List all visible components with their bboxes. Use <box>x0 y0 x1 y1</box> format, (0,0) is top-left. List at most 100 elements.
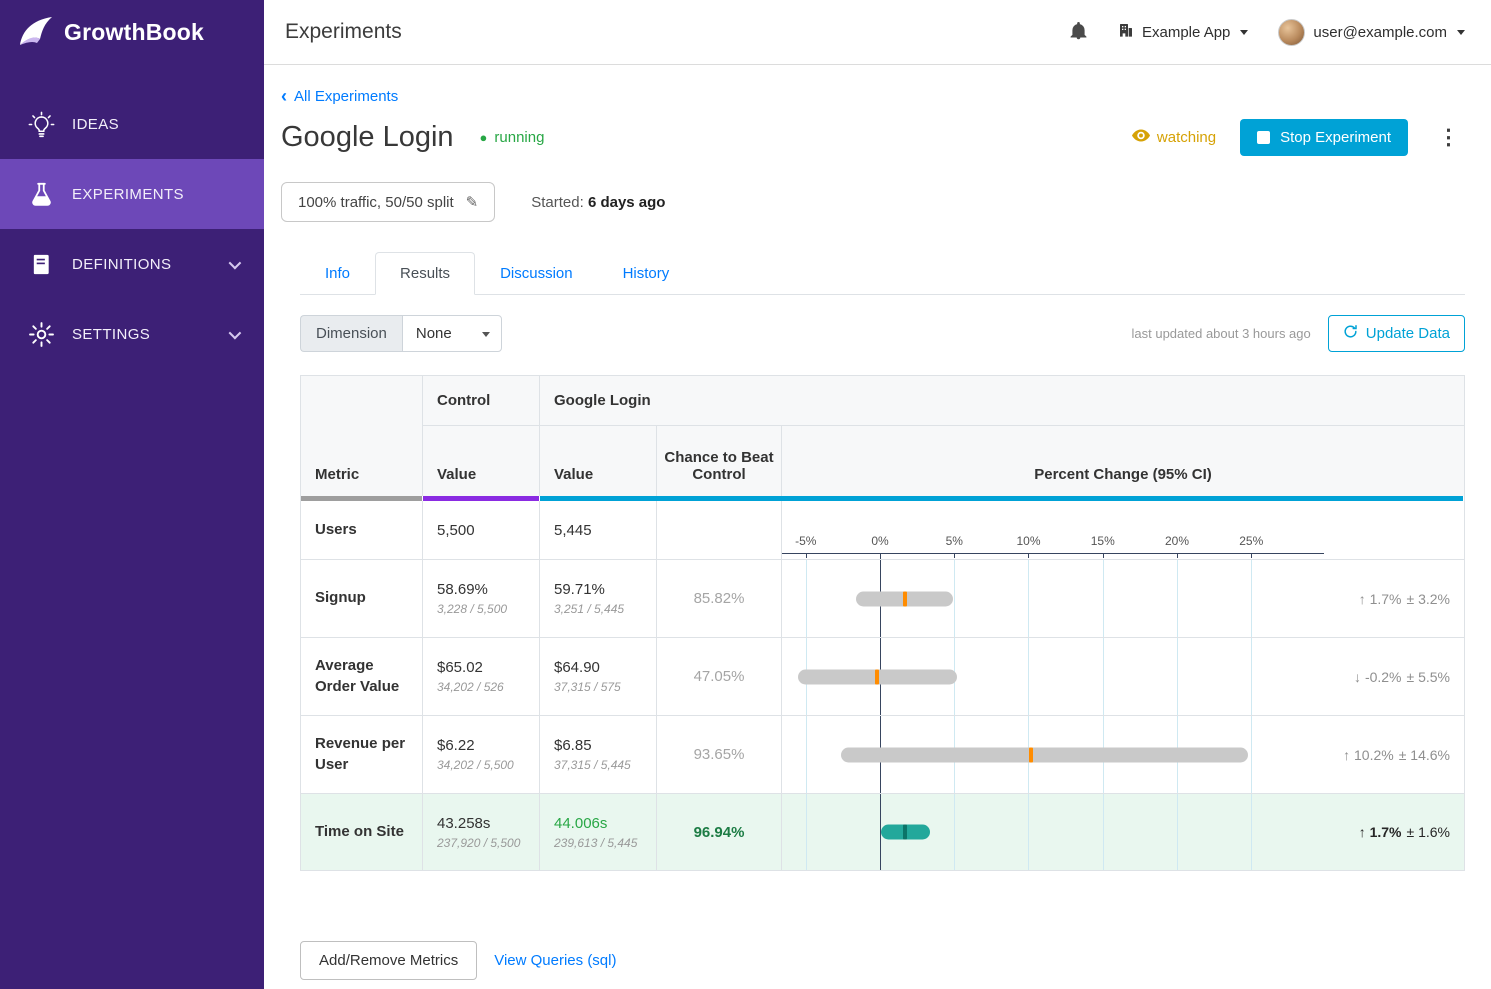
percent-change-header: Percent Change (95% CI) <box>782 426 1464 496</box>
gridline <box>1251 560 1253 637</box>
gridline <box>1028 560 1030 637</box>
control-value-header: Value <box>423 426 540 496</box>
dimension-group: Dimension None <box>300 315 502 352</box>
tab-discussion[interactable]: Discussion <box>475 252 598 295</box>
expected-value-marker <box>903 824 908 840</box>
view-queries-link[interactable]: View Queries (sql) <box>494 952 616 969</box>
status-label: running <box>494 129 545 146</box>
gridline <box>805 794 807 870</box>
metric-name: Time on Site <box>301 794 423 870</box>
dimension-label: Dimension <box>300 315 402 352</box>
kebab-menu-icon[interactable]: ⋮ <box>1432 125 1465 150</box>
main-area: Experiments Example App user@example.com… <box>264 0 1491 989</box>
percent-change-value: ↓ -0.2% ± 5.5% <box>1354 668 1450 685</box>
caret-down-icon <box>481 332 490 337</box>
eye-icon <box>1131 129 1150 146</box>
book-icon <box>26 249 56 279</box>
gridline <box>1251 716 1253 793</box>
add-remove-metrics-button[interactable]: Add/Remove Metrics <box>300 941 478 980</box>
zero-line <box>880 553 881 559</box>
flask-icon <box>26 179 56 209</box>
sidebar-item-definitions[interactable]: DEFINITIONS <box>0 229 264 299</box>
watching-toggle[interactable]: watching <box>1131 129 1216 146</box>
axis-tick-mark <box>1028 553 1030 558</box>
chevron-left-icon: ‹ <box>281 86 287 106</box>
bell-icon[interactable] <box>1069 21 1088 44</box>
percent-change-cell: ↑ 1.7% ± 3.2% <box>782 560 1464 638</box>
percent-change-value: ↑ 10.2% ± 14.6% <box>1343 746 1450 763</box>
variation-value-cell: 59.71% 3,251 / 5,445 <box>540 560 657 638</box>
tab-history[interactable]: History <box>598 252 695 295</box>
gridline <box>1176 638 1178 715</box>
tabs: Info Results Discussion History <box>300 252 1465 295</box>
axis-baseline <box>782 553 1324 554</box>
results-toolbar: Dimension None last updated about 3 hour… <box>300 315 1465 352</box>
user-menu[interactable]: user@example.com <box>1278 18 1465 46</box>
ci-plot <box>782 560 1324 637</box>
title-row: Google Login ● running watching Stop Exp… <box>281 119 1465 156</box>
gridline <box>954 560 956 637</box>
control-value-cell: $6.22 34,202 / 5,500 <box>423 716 540 794</box>
ci-plot <box>782 638 1324 715</box>
gridline <box>1028 794 1030 870</box>
metric-name: Users <box>301 501 423 560</box>
chance-cell: 47.05% <box>657 638 782 716</box>
stop-button-label: Stop Experiment <box>1280 129 1391 146</box>
refresh-icon <box>1343 324 1358 343</box>
sidebar-item-ideas[interactable]: IDEAS <box>0 89 264 159</box>
chance-cell: 93.65% <box>657 716 782 794</box>
axis-tick-mark <box>954 553 956 558</box>
building-icon <box>1118 22 1134 42</box>
sidebar-nav: IDEAS EXPERIMENTS DEFINITIONS SETTINGS <box>0 89 264 369</box>
avatar <box>1278 18 1306 46</box>
gear-icon <box>26 319 56 349</box>
stop-experiment-button[interactable]: Stop Experiment <box>1240 119 1408 156</box>
user-email: user@example.com <box>1313 23 1447 41</box>
org-dropdown[interactable]: Example App <box>1118 22 1249 42</box>
percent-change-cell: ↑ 1.7% ± 1.6% <box>782 794 1464 870</box>
gridline <box>1251 794 1253 870</box>
logo-text: GrowthBook <box>64 19 204 45</box>
percent-change-value: ↑ 1.7% ± 1.6% <box>1358 824 1450 840</box>
traffic-split-button[interactable]: 100% traffic, 50/50 split ✎ <box>281 182 496 222</box>
update-data-label: Update Data <box>1365 325 1450 342</box>
gridline <box>1176 560 1178 637</box>
chevron-down-icon <box>228 326 242 339</box>
control-value-cell: 58.69% 3,228 / 5,500 <box>423 560 540 638</box>
growthbook-logo-icon <box>18 15 54 51</box>
started-value: 6 days ago <box>587 193 666 211</box>
axis-tick-mark <box>805 553 807 558</box>
sidebar-item-settings[interactable]: SETTINGS <box>0 299 264 369</box>
gridline <box>1028 638 1030 715</box>
axis-tick-label: -5% <box>795 534 817 548</box>
axis-cell: -5% 0% 5% 10% 15% 20% 25% <box>782 501 1464 560</box>
gridline <box>954 794 956 870</box>
confidence-interval-bar <box>841 747 1249 762</box>
metric-column-header: Metric <box>301 376 423 496</box>
topbar: Experiments Example App user@example.com <box>264 0 1491 65</box>
results-table: Metric Control Google Login Value Value … <box>300 375 1465 871</box>
sidebar-item-experiments[interactable]: EXPERIMENTS <box>0 159 264 229</box>
expected-value-marker <box>875 669 880 684</box>
running-dot-icon: ● <box>479 130 488 145</box>
pencil-icon: ✎ <box>465 194 479 211</box>
chance-cell: 85.82% <box>657 560 782 638</box>
status-badge: ● running <box>480 129 545 146</box>
dimension-selected-value: None <box>415 325 452 342</box>
sidebar-item-label: SETTINGS <box>72 325 151 343</box>
update-data-button[interactable]: Update Data <box>1327 315 1465 352</box>
growthbook-logo[interactable]: GrowthBook <box>0 0 264 65</box>
expected-value-marker <box>903 591 908 606</box>
breadcrumb[interactable]: ‹ All Experiments <box>281 87 398 105</box>
change-spacer <box>1324 501 1464 559</box>
axis-tick-label: 5% <box>945 534 963 548</box>
axis-tick-label: 0% <box>871 534 889 548</box>
dimension-select[interactable]: None <box>401 315 502 352</box>
topbar-right: Example App user@example.com <box>1069 18 1465 46</box>
org-name: Example App <box>1142 23 1231 41</box>
gridline <box>1102 638 1104 715</box>
control-value-cell: $65.02 34,202 / 526 <box>423 638 540 716</box>
control-value-cell: 5,500 <box>423 501 540 560</box>
tab-info[interactable]: Info <box>300 252 375 295</box>
tab-results[interactable]: Results <box>375 252 476 295</box>
